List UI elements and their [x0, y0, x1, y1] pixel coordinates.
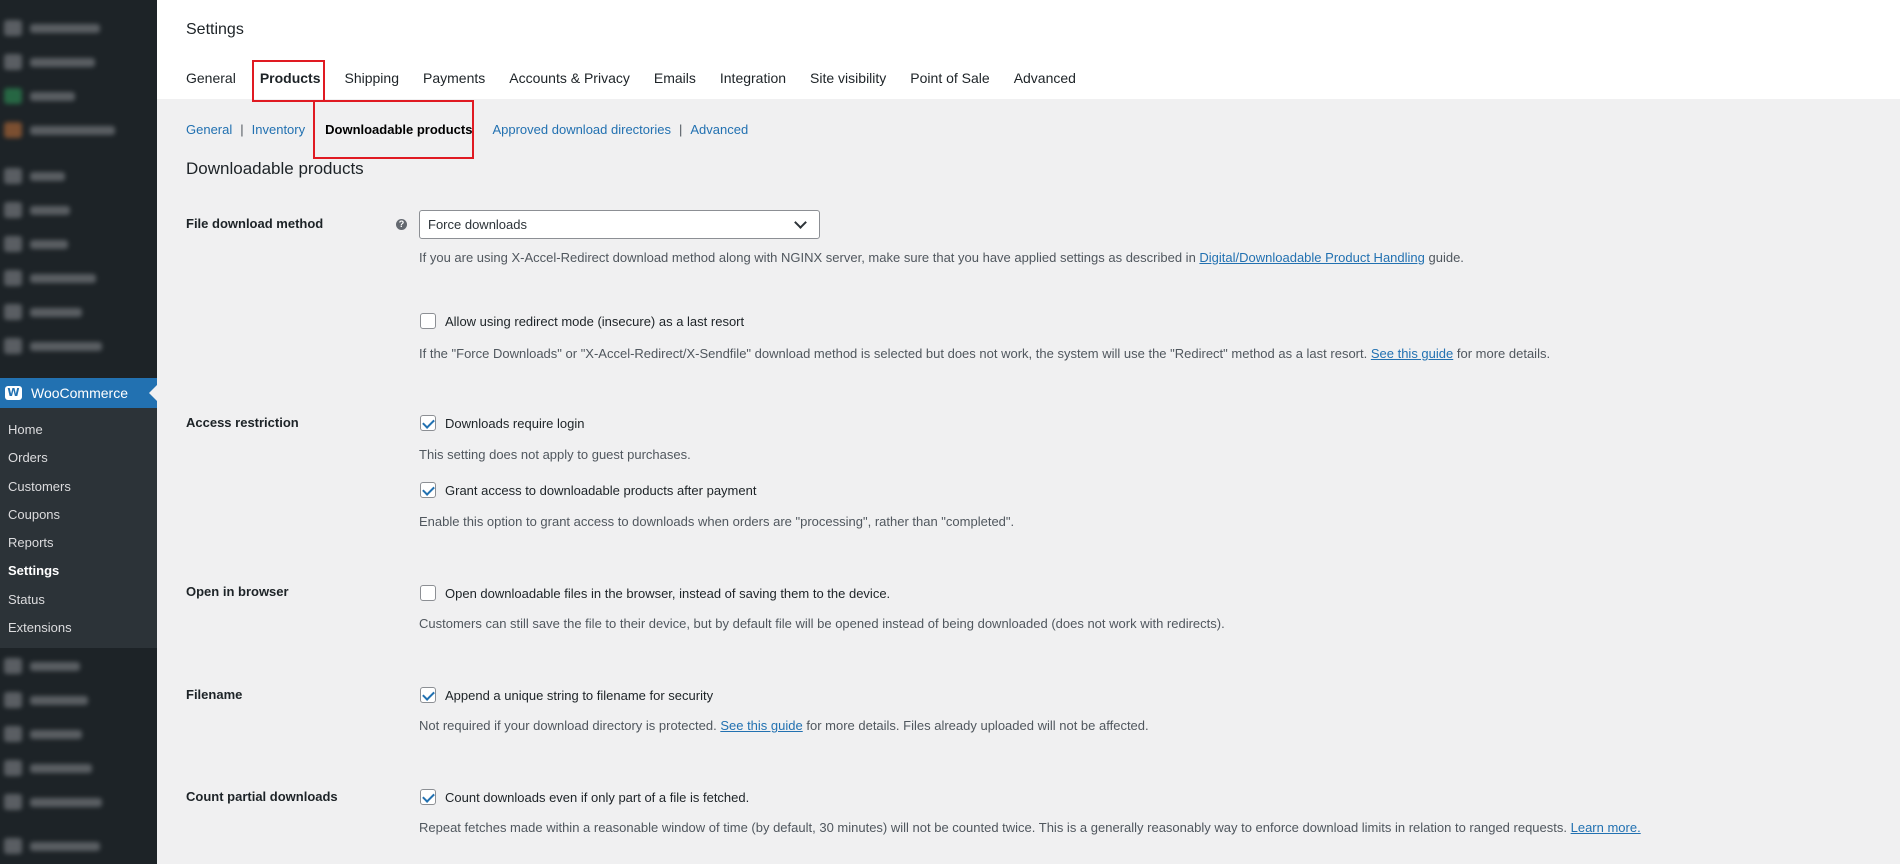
- blurred-menu-item: [4, 690, 124, 710]
- blurred-menu-item: [4, 52, 124, 72]
- sidebar-item-woocommerce[interactable]: W WooCommerce: [0, 378, 157, 408]
- tab-site-visibility[interactable]: Site visibility: [810, 70, 886, 86]
- subnav-general[interactable]: General: [186, 122, 232, 137]
- submenu-home[interactable]: Home: [0, 416, 157, 444]
- count-partial-downloads-label: Count partial downloads: [186, 789, 338, 804]
- count-partial-option[interactable]: Count downloads even if only part of a f…: [420, 789, 749, 805]
- blurred-menu-item: [4, 302, 124, 322]
- filename-description: Not required if your download directory …: [419, 718, 1149, 733]
- blurred-menu-item: [4, 200, 124, 220]
- open-in-browser-option-label: Open downloadable files in the browser, …: [445, 585, 891, 601]
- learn-more-link[interactable]: Learn more.: [1571, 820, 1641, 835]
- grant-access-label: Grant access to downloadable products af…: [445, 482, 757, 498]
- current-menu-pointer: [149, 385, 157, 401]
- blurred-menu-item: [4, 836, 124, 856]
- submenu-settings[interactable]: Settings: [0, 557, 157, 585]
- filename-option[interactable]: Append a unique string to filename for s…: [420, 687, 713, 703]
- tab-integration[interactable]: Integration: [720, 70, 786, 86]
- woocommerce-icon: W: [5, 386, 22, 400]
- tab-point-of-sale[interactable]: Point of Sale: [910, 70, 989, 86]
- file-download-method-description: If you are using X-Accel-Redirect downlo…: [419, 250, 1464, 265]
- tab-advanced[interactable]: Advanced: [1014, 70, 1076, 86]
- blurred-menu-item: [4, 268, 124, 288]
- count-partial-option-label: Count downloads even if only part of a f…: [445, 789, 750, 805]
- section-title: Downloadable products: [186, 159, 364, 178]
- count-partial-description: Repeat fetches made within a reasonable …: [419, 820, 1641, 835]
- subnav-advanced[interactable]: Advanced: [690, 122, 748, 137]
- submenu-coupons[interactable]: Coupons: [0, 501, 157, 529]
- grant-access-option[interactable]: Grant access to downloadable products af…: [420, 482, 756, 498]
- access-restriction-label: Access restriction: [186, 415, 299, 430]
- sidebar-item-label: WooCommerce: [31, 385, 128, 401]
- count-partial-checkbox[interactable]: [420, 789, 436, 805]
- submenu-status[interactable]: Status: [0, 586, 157, 614]
- redirect-fallback-checkbox[interactable]: [420, 313, 436, 329]
- grant-access-description: Enable this option to grant access to do…: [419, 514, 1015, 529]
- product-handling-link[interactable]: Digital/Downloadable Product Handling: [1199, 250, 1424, 265]
- require-login-option[interactable]: Downloads require login: [420, 415, 584, 431]
- see-this-guide-link[interactable]: See this guide: [1371, 346, 1453, 361]
- redirect-fallback-description: If the "Force Downloads" or "X-Accel-Red…: [419, 346, 1551, 361]
- subnav-downloadable-products[interactable]: Downloadable products: [325, 122, 472, 137]
- tab-products[interactable]: Products: [260, 70, 321, 86]
- open-in-browser-checkbox[interactable]: [420, 585, 436, 601]
- redirect-fallback-option[interactable]: Allow using redirect mode (insecure) as …: [420, 313, 744, 329]
- redirect-fallback-label: Allow using redirect mode (insecure) as …: [445, 313, 745, 329]
- filename-option-label: Append a unique string to filename for s…: [445, 687, 714, 703]
- settings-header: Settings General Products Shipping Payme…: [157, 0, 1900, 99]
- page-title: Settings: [186, 21, 244, 38]
- blurred-menu-item: [4, 724, 124, 744]
- filename-checkbox[interactable]: [420, 687, 436, 703]
- grant-access-checkbox[interactable]: [420, 482, 436, 498]
- subnav-approved-download-directories[interactable]: Approved download directories: [492, 122, 671, 137]
- file-download-method-label: File download method: [186, 216, 324, 231]
- settings-tabs: General Products Shipping Payments Accou…: [186, 70, 1100, 86]
- blurred-menu-item: [4, 792, 124, 812]
- open-in-browser-label: Open in browser: [186, 584, 289, 599]
- blurred-menu-item: [4, 166, 124, 186]
- tab-general[interactable]: General: [186, 70, 236, 86]
- submenu-reports[interactable]: Reports: [0, 529, 157, 557]
- open-in-browser-description: Customers can still save the file to the…: [419, 616, 1225, 631]
- require-login-label: Downloads require login: [445, 415, 585, 431]
- help-icon[interactable]: ?: [396, 219, 407, 230]
- open-in-browser-option[interactable]: Open downloadable files in the browser, …: [420, 585, 890, 601]
- section-subnav: General | Inventory Downloadable product…: [186, 122, 748, 137]
- require-login-checkbox[interactable]: [420, 415, 436, 431]
- blurred-menu-item: [4, 18, 124, 38]
- subnav-separator: |: [678, 122, 683, 137]
- submenu-extensions[interactable]: Extensions: [0, 614, 157, 642]
- require-login-description: This setting does not apply to guest pur…: [419, 447, 691, 462]
- woocommerce-submenu: Home Orders Customers Coupons Reports Se…: [0, 408, 157, 648]
- tab-accounts-privacy[interactable]: Accounts & Privacy: [509, 70, 630, 86]
- submenu-customers[interactable]: Customers: [0, 473, 157, 501]
- subnav-separator: |: [240, 122, 244, 137]
- blurred-menu-item: [4, 120, 124, 140]
- blurred-menu-item: [4, 656, 124, 676]
- file-download-method-select[interactable]: Force downloads: [419, 210, 820, 239]
- filename-label: Filename: [186, 687, 243, 702]
- blurred-menu-item: [4, 336, 124, 356]
- tab-shipping[interactable]: Shipping: [345, 70, 400, 86]
- see-this-guide-link[interactable]: See this guide: [720, 718, 802, 733]
- tab-emails[interactable]: Emails: [654, 70, 696, 86]
- submenu-orders[interactable]: Orders: [0, 444, 157, 472]
- blurred-menu-item: [4, 758, 124, 778]
- subnav-inventory[interactable]: Inventory: [252, 122, 305, 137]
- blurred-menu-item: [4, 86, 124, 106]
- blurred-menu-item: [4, 234, 124, 254]
- tab-payments[interactable]: Payments: [423, 70, 485, 86]
- admin-sidebar: W WooCommerce Home Orders Customers Coup…: [0, 0, 157, 864]
